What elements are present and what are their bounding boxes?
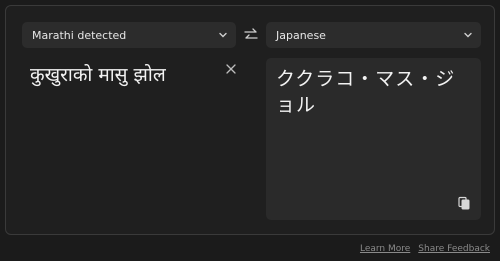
translation-text: ククラコ・マス・ジョル xyxy=(276,68,456,116)
copy-icon[interactable] xyxy=(457,196,471,210)
chevron-down-icon xyxy=(464,32,472,38)
learn-more-link[interactable]: Learn More xyxy=(360,244,410,254)
swap-languages-icon[interactable] xyxy=(242,26,260,44)
target-language-label: Japanese xyxy=(276,28,326,42)
chevron-down-icon xyxy=(219,32,227,38)
translation-output: ククラコ・マス・ジョル xyxy=(266,58,481,220)
footer-links: Learn More Share Feedback xyxy=(360,244,490,254)
close-icon[interactable] xyxy=(224,62,238,76)
share-feedback-link[interactable]: Share Feedback xyxy=(418,244,490,254)
source-text-input[interactable]: कुखुराको मासु झोल xyxy=(30,62,220,88)
translator-panel: Marathi detected Japanese कुखुराको मासु … xyxy=(5,5,495,235)
source-language-select[interactable]: Marathi detected xyxy=(22,22,236,48)
source-language-label: Marathi detected xyxy=(32,28,127,42)
target-language-select[interactable]: Japanese xyxy=(266,22,481,48)
